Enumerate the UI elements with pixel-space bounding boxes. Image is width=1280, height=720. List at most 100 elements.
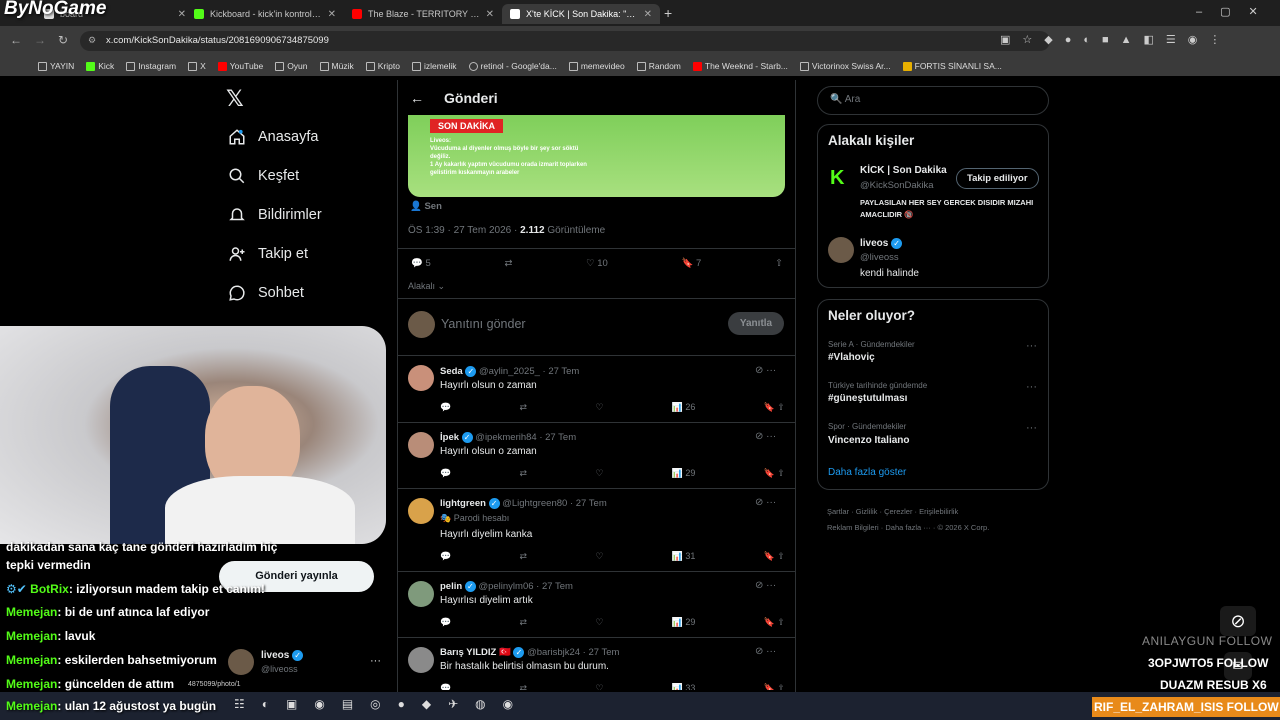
close-icon[interactable]: ✕ xyxy=(178,9,186,20)
nav-explore[interactable]: Keşfet xyxy=(228,167,299,185)
close-icon[interactable]: ✕ xyxy=(328,9,336,20)
more-icon[interactable]: ⊘ ··· xyxy=(755,646,776,657)
reply-item[interactable]: lightgreen ✓ @Lightgreen80 · 27 Tem 🎭 Pa… xyxy=(397,489,796,572)
like-icon[interactable]: ♡ xyxy=(595,617,603,628)
sort-dropdown[interactable]: Alakalı ⌄ xyxy=(408,281,445,292)
reply-icon[interactable]: 💬 xyxy=(440,468,451,479)
nav-follow[interactable]: Takip et xyxy=(228,245,308,263)
new-tab-button[interactable]: + xyxy=(664,5,672,21)
forward-icon[interactable]: → xyxy=(34,33,46,47)
repost-icon[interactable]: ⇄ xyxy=(520,402,528,413)
x-logo-icon[interactable]: 𝕏 xyxy=(226,86,244,112)
bookmark-item[interactable]: Instagram xyxy=(126,61,176,71)
browser-tab-active[interactable]: X'te KİCK | Son Dakika: "SON D ✕ xyxy=(502,4,660,24)
person-name[interactable]: KİCK | Son Dakika xyxy=(860,165,947,176)
trend-name[interactable]: Vincenzo Italiano xyxy=(828,435,910,446)
bookmark-icon[interactable]: 🔖 ⇧ xyxy=(764,683,785,690)
browser-tab[interactable]: The Blaze - TERRITORY (Off ✕ xyxy=(344,4,502,24)
repost-icon[interactable]: ⇄ xyxy=(520,683,528,690)
site-info-icon[interactable]: ⚙ xyxy=(88,35,96,46)
footer-link[interactable]: Şartlar xyxy=(827,507,849,516)
bookmark-item[interactable]: izlemelik xyxy=(411,61,457,71)
account-name[interactable]: liveos ✓ xyxy=(261,650,304,661)
reply-item[interactable]: pelin ✓ @pelinylm06 · 27 Tem ⊘ ··· Hayır… xyxy=(397,572,796,638)
bookmark-item[interactable]: The Weeknd - Starb... xyxy=(692,61,788,71)
more-icon[interactable]: ⊘ ··· xyxy=(755,580,776,591)
bookmark-icon[interactable]: 🔖 ⇧ xyxy=(764,551,785,562)
window-controls[interactable]: –▢✕ xyxy=(1196,5,1276,18)
more-icon[interactable]: ⊘ ··· xyxy=(755,431,776,442)
nav-home[interactable]: Anasayfa xyxy=(228,128,318,146)
views-count[interactable]: 📊 26 xyxy=(672,402,696,413)
views-count[interactable]: 📊 29 xyxy=(672,468,696,479)
bookmark-icon[interactable]: 🔖 ⇧ xyxy=(764,468,785,479)
post-media[interactable]: SON DAKİKA Liveos: Vücuduma al diyenler … xyxy=(408,115,785,197)
bookmark-item[interactable]: Victorinox Swiss Ar... xyxy=(799,61,891,71)
back-icon[interactable]: ← xyxy=(10,33,22,47)
nav-chat[interactable]: Sohbet xyxy=(228,284,304,302)
bookmark-item[interactable]: FORTIS SİNANLI SA... xyxy=(902,61,1002,71)
close-icon[interactable]: ✕ xyxy=(644,9,652,20)
reply-icon[interactable]: 💬 xyxy=(440,617,451,628)
footer-link[interactable]: Reklam Bilgileri xyxy=(827,523,879,532)
bookmark-icon[interactable]: 🔖 ⇧ xyxy=(764,402,785,413)
like-icon[interactable]: ♡ xyxy=(595,468,603,479)
close-icon[interactable]: ✕ xyxy=(486,9,494,20)
trend-name[interactable]: #Vlahoviç xyxy=(828,352,875,363)
extensions-icons[interactable]: ▣☆◆●◐■▲◧☰◉⋮ xyxy=(1000,33,1232,46)
footer-link[interactable]: Çerezler xyxy=(884,507,912,516)
reply-icon[interactable]: 💬 xyxy=(440,683,451,690)
repost-icon[interactable]: ⇄ xyxy=(504,258,512,269)
person-name[interactable]: liveos ✓ xyxy=(860,238,903,249)
taskbar-app-icons[interactable]: ☷◐▣◉▤◎●◆✈◍◉ xyxy=(234,697,530,711)
reply-icon[interactable]: 💬 xyxy=(440,402,451,413)
bookmark-item[interactable]: X xyxy=(188,61,206,71)
bookmark-button[interactable]: 🔖 7 xyxy=(682,258,702,269)
reply-item[interactable]: İpek ✓ @ipekmerih84 · 27 Tem ⊘ ··· Hayır… xyxy=(397,423,796,489)
more-icon[interactable]: ··· xyxy=(370,655,381,667)
search-input[interactable]: 🔍 Ara xyxy=(817,86,1049,115)
reply-icon[interactable]: 💬 xyxy=(440,551,451,562)
bookmark-item[interactable]: Kripto xyxy=(365,61,400,71)
more-icon[interactable]: ··· xyxy=(1026,422,1037,434)
reply-item[interactable]: Barış YILDIZ 🇹🇷 ✓ @barisbjk24 · 27 Tem ⊘… xyxy=(397,638,796,690)
bookmark-item[interactable]: YAYIN xyxy=(38,61,74,71)
footer-link[interactable]: Daha fazla ··· xyxy=(885,523,930,532)
repost-icon[interactable]: ⇄ xyxy=(520,468,528,479)
bookmark-icon[interactable]: 🔖 ⇧ xyxy=(764,617,785,628)
back-arrow-icon[interactable]: ← xyxy=(410,90,424,106)
reply-button[interactable]: 💬 5 xyxy=(411,258,431,269)
bookmark-item[interactable]: memevideo xyxy=(568,61,625,71)
more-icon[interactable]: ··· xyxy=(1026,340,1037,352)
bookmark-item[interactable]: YouTube xyxy=(217,61,263,71)
like-icon[interactable]: ♡ xyxy=(595,551,603,562)
repost-icon[interactable]: ⇄ xyxy=(520,551,528,562)
like-button[interactable]: ♡ 10 xyxy=(586,258,608,269)
following-button[interactable]: Takip ediliyor xyxy=(956,168,1039,189)
reply-input[interactable]: Yanıtını gönder xyxy=(441,317,526,331)
nav-notifications[interactable]: Bildirimler xyxy=(228,206,322,224)
bookmark-item[interactable]: Oyun xyxy=(275,61,308,71)
footer-link[interactable]: Erişilebilirlik xyxy=(919,507,958,516)
more-icon[interactable]: ⊘ ··· xyxy=(755,365,776,376)
views-count[interactable]: 📊 33 xyxy=(672,683,696,690)
reply-item[interactable]: Seda ✓ @aylin_2025_ · 27 Tem ⊘ ··· Hayır… xyxy=(397,356,796,423)
show-more-link[interactable]: Daha fazla göster xyxy=(828,467,906,478)
bookmark-item[interactable]: retinol - Google'da... xyxy=(468,61,557,71)
bookmark-item[interactable]: Kick xyxy=(86,61,114,71)
bookmark-item[interactable]: Random xyxy=(636,61,681,71)
grok-icon[interactable]: ⊘ xyxy=(1220,606,1256,636)
share-icon[interactable]: ⇧ xyxy=(775,258,783,269)
reload-icon[interactable]: ↻ xyxy=(58,33,68,47)
like-icon[interactable]: ♡ xyxy=(595,402,603,413)
address-bar[interactable]: x.com/KickSonDakika/status/2081690906734… xyxy=(80,31,1050,51)
browser-tab[interactable]: Kickboard - kick'in kontrol pan ✕ xyxy=(186,4,344,24)
footer-link[interactable]: Gizlilik xyxy=(856,507,878,516)
bookmark-item[interactable]: Müzik xyxy=(319,61,354,71)
like-icon[interactable]: ♡ xyxy=(595,683,603,690)
reply-submit-button[interactable]: Yanıtla xyxy=(728,312,784,335)
more-icon[interactable]: ··· xyxy=(1026,381,1037,393)
views-count[interactable]: 📊 29 xyxy=(672,617,696,628)
trend-name[interactable]: #güneştutulması xyxy=(828,393,907,404)
repost-icon[interactable]: ⇄ xyxy=(520,617,528,628)
